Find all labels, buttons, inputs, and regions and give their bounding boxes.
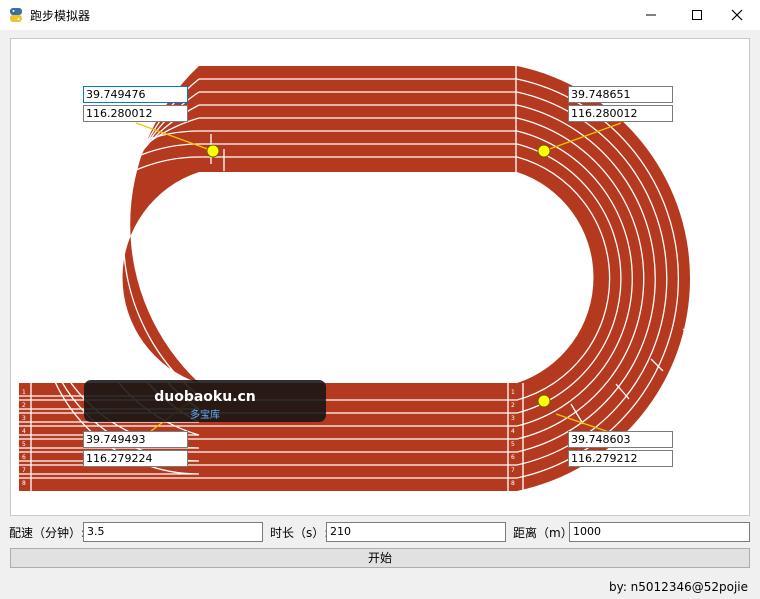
lane-number: 8 [511, 480, 515, 487]
lane-number: 2 [22, 402, 26, 409]
distance-input[interactable]: 1000 [569, 522, 750, 542]
lane-number: 5 [511, 441, 515, 448]
bottom-right-lng-input[interactable]: 116.279212 [568, 450, 673, 467]
minimize-icon [646, 14, 656, 16]
lane-number: 3 [22, 415, 26, 422]
watermark-overlay: duobaoku.cn 多宝库 [84, 380, 326, 422]
maximize-icon [692, 10, 702, 20]
lane-number: 3 [511, 415, 515, 422]
lane-number: 2 [511, 402, 515, 409]
title-bar: 跑步模拟器 [0, 0, 760, 30]
duration-label: 时长（s）: [270, 526, 329, 540]
top-right-lng-input[interactable]: 116.280012 [568, 105, 673, 122]
top-right-lat-input[interactable]: 39.748651 [568, 86, 673, 103]
marker-bottom-right[interactable] [537, 394, 551, 408]
window-title: 跑步模拟器 [30, 9, 91, 23]
pace-input[interactable]: 3.5 [83, 522, 263, 542]
lane-number: 1 [22, 389, 26, 396]
bottom-left-lng-input[interactable]: 116.279224 [83, 450, 188, 467]
lane-number: 7 [511, 467, 515, 474]
close-icon [731, 9, 743, 21]
top-left-lng-input[interactable]: 116.280012 [83, 105, 188, 122]
python-app-icon [10, 8, 22, 22]
lane-number: 4 [511, 428, 515, 435]
bottom-right-lat-input[interactable]: 39.748603 [568, 431, 673, 448]
lane-number: 4 [22, 428, 26, 435]
lane-number: 6 [511, 454, 515, 461]
top-left-lat-input[interactable]: 39.749476 [83, 86, 188, 103]
pace-label: 配速（分钟）: [9, 526, 86, 540]
marker-top-right[interactable] [537, 144, 551, 158]
lane-number: 8 [22, 480, 26, 487]
markers [206, 144, 551, 408]
start-button[interactable]: 开始 [10, 548, 750, 568]
bottom-left-lat-input[interactable]: 39.749493 [83, 431, 188, 448]
minimize-button[interactable] [628, 0, 674, 30]
close-button[interactable] [714, 0, 760, 30]
watermark-sub: 多宝库 [190, 410, 220, 421]
lane-number: 1 [511, 389, 515, 396]
watermark-main: duobaoku.cn [154, 389, 256, 405]
duration-input[interactable]: 210 [326, 522, 506, 542]
distance-label: 距离（m）: [513, 526, 577, 540]
marker-top-left[interactable] [206, 144, 220, 158]
lane-number: 5 [22, 441, 26, 448]
author-credit: by: n5012346@52pojie [608, 580, 748, 594]
lane-number: 7 [22, 467, 26, 474]
lane-number: 6 [22, 454, 26, 461]
track-canvas[interactable]: 1 2 3 4 5 6 7 8 1 2 3 4 5 6 7 8 39.74947… [10, 38, 750, 516]
